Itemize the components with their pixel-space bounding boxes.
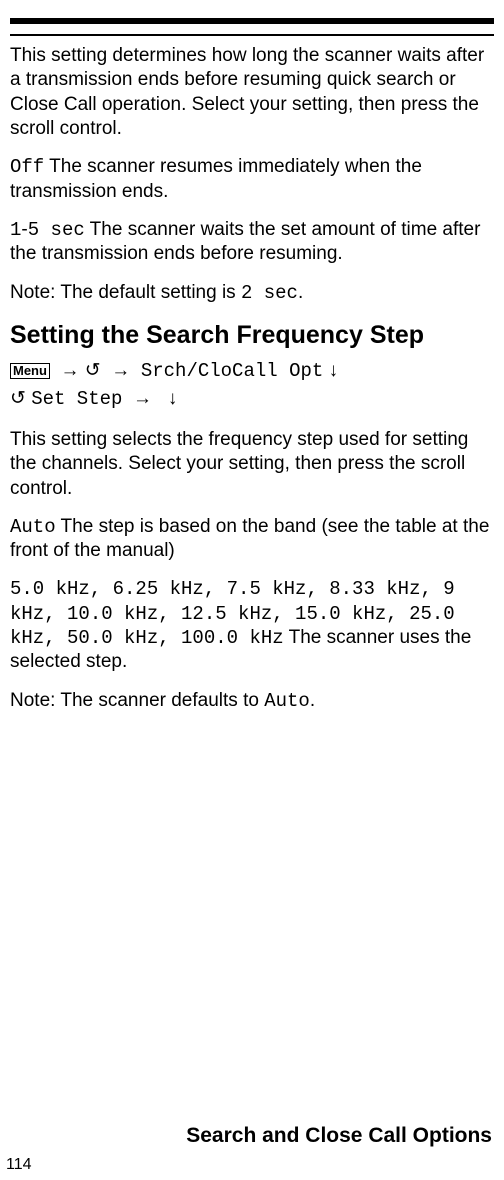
footer-title: Search and Close Call Options bbox=[186, 1124, 492, 1148]
down-arrow-icon: ↓ bbox=[168, 388, 178, 409]
arrow-right-icon: → bbox=[111, 360, 130, 381]
auto-code: Auto bbox=[10, 516, 56, 538]
auto-text: The step is based on the band (see the t… bbox=[10, 516, 489, 561]
note1-code: 2 sec bbox=[241, 282, 298, 304]
off-text: The scanner resumes immediately when the… bbox=[10, 156, 422, 201]
off-code: Off bbox=[10, 156, 44, 178]
note1-suffix: . bbox=[298, 282, 303, 303]
page-number: 114 bbox=[6, 1156, 32, 1174]
freq-paragraph: 5.0 kHz, 6.25 kHz, 7.5 kHz, 8.33 kHz, 9 … bbox=[10, 577, 494, 674]
note2-suffix: . bbox=[310, 690, 315, 711]
arrow-right-icon: → bbox=[61, 360, 80, 381]
scroll-icon: ↺ bbox=[10, 388, 26, 409]
top-rule-thick bbox=[10, 18, 494, 24]
step-intro-paragraph: This setting selects the frequency step … bbox=[10, 428, 494, 501]
note-2: Note: The scanner defaults to Auto. bbox=[10, 689, 494, 713]
scroll-icon: ↺ bbox=[85, 360, 101, 381]
range-paragraph: 1-5 sec The scanner waits the set amount… bbox=[10, 218, 494, 267]
nav-option-1: Srch/CloCall Opt bbox=[141, 360, 323, 382]
note1-prefix: Note: The default setting is bbox=[10, 282, 241, 303]
note-1: Note: The default setting is 2 sec. bbox=[10, 281, 494, 305]
menu-navigation: Menu → ↺ → Srch/CloCall Opt ↓ ↺ Set Step… bbox=[10, 357, 494, 414]
range-code-2: 5 sec bbox=[28, 219, 85, 241]
auto-paragraph: Auto The step is based on the band (see … bbox=[10, 515, 494, 564]
page: This setting determines how long the sca… bbox=[0, 0, 504, 1180]
arrow-right-icon: → bbox=[133, 388, 152, 409]
menu-button-icon: Menu bbox=[10, 363, 50, 379]
intro-paragraph: This setting determines how long the sca… bbox=[10, 44, 494, 141]
range-code-1: 1 bbox=[10, 219, 21, 241]
note2-code: Auto bbox=[264, 690, 310, 712]
body-content: This setting determines how long the sca… bbox=[10, 44, 494, 713]
nav-option-2: Set Step bbox=[31, 388, 122, 410]
down-arrow-icon: ↓ bbox=[329, 360, 339, 381]
section-heading: Setting the Search Frequency Step bbox=[10, 319, 494, 351]
note2-prefix: Note: The scanner defaults to bbox=[10, 690, 264, 711]
off-paragraph: Off The scanner resumes immediately when… bbox=[10, 155, 494, 204]
top-rule-thin bbox=[10, 34, 494, 36]
